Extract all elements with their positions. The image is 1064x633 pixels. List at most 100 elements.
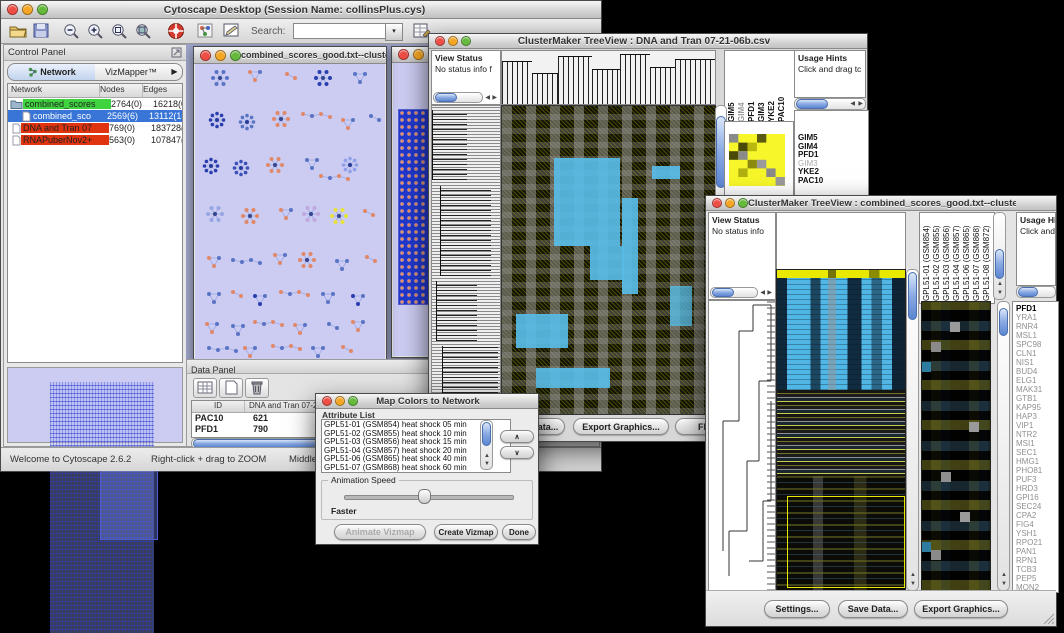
zoom-in-icon[interactable] (87, 23, 104, 39)
attr-row-id[interactable]: PAC10 (192, 413, 247, 424)
vizmapper-icon[interactable] (197, 23, 213, 38)
tv2-column-dendrogram[interactable] (776, 212, 906, 271)
gene-label[interactable]: PHO81 (1016, 466, 1058, 475)
tv2-column-label[interactable]: GPL51-08 (GSM872) (982, 215, 992, 301)
tv1-column-label[interactable]: PAC10 (777, 53, 787, 122)
annotation-icon[interactable] (223, 23, 240, 38)
gene-label[interactable]: YSH1 (1016, 529, 1058, 538)
attribute-list-vscrollbar[interactable]: ▲ ▼ (480, 420, 493, 470)
zoom-fit-icon[interactable] (135, 23, 152, 39)
float-panel-icon[interactable] (171, 47, 182, 58)
gene-label[interactable]: CLN1 (1016, 349, 1058, 358)
scroll-right-arrow[interactable]: ▶ (492, 95, 497, 101)
scroll-down-arrow[interactable]: ▼ (997, 290, 1003, 296)
search-dropdown-button[interactable]: ▾ (385, 23, 403, 41)
minimize-button[interactable] (725, 198, 735, 208)
help-ring-icon[interactable] (167, 22, 185, 40)
scroll-right-arrow[interactable]: ▶ (767, 290, 772, 296)
tv1-column-label[interactable]: GIM3 (757, 53, 767, 122)
move-down-button[interactable]: ∨ (500, 446, 534, 459)
col-header-network[interactable]: Network (8, 84, 100, 97)
speed-slider-thumb[interactable] (418, 489, 431, 504)
network-overview[interactable] (7, 367, 183, 443)
save-session-icon[interactable] (33, 23, 49, 38)
tv2-export-graphics-button[interactable]: Export Graphics... (914, 600, 1008, 618)
attribute-item[interactable]: GPL51-07 (GSM868) heat shock 60 min (324, 464, 496, 473)
gene-label[interactable]: HMG1 (1016, 457, 1058, 466)
close-button[interactable] (322, 396, 332, 406)
tv2-column-label[interactable]: GPL51-02 (GSM855) (932, 215, 942, 301)
gene-label[interactable]: MAK31 (1016, 385, 1058, 394)
tv1-column-label[interactable]: YKE2 (767, 53, 777, 122)
col-header-nodes[interactable]: Nodes (100, 84, 143, 97)
gene-label[interactable]: SPC98 (1016, 340, 1058, 349)
scroll-left-arrow[interactable]: ◀ (850, 101, 855, 107)
gene-label[interactable]: RPN1 (1016, 556, 1058, 565)
tv1-hints-hscrollbar[interactable]: ◀ ▶ (794, 98, 866, 110)
tv2-gene-labels[interactable]: PFD1YRA1RNR4MSL1SPC98CLN1NIS1BUD4ELG1MAK… (1012, 301, 1059, 593)
attr-col-id[interactable]: ID (192, 401, 245, 412)
close-button[interactable] (7, 4, 18, 15)
gene-label[interactable]: RNR4 (1016, 322, 1058, 331)
minimize-button[interactable] (448, 36, 458, 46)
gene-label[interactable]: NTR2 (1016, 430, 1058, 439)
gene-label[interactable]: NIS1 (1016, 358, 1058, 367)
close-button[interactable] (398, 49, 409, 60)
gene-label[interactable]: FIG4 (1016, 520, 1058, 529)
tv1-export-graphics-button[interactable]: Export Graphics... (573, 418, 669, 435)
network-row-combined-sco-selected[interactable]: combined_sco 2569(6) 13112(15) (8, 110, 182, 122)
gene-label[interactable]: GTB1 (1016, 394, 1058, 403)
tv1-zoom-heatmap[interactable] (729, 134, 785, 186)
tv1-row-label[interactable]: PAC10 (798, 177, 868, 186)
attribute-item[interactable]: GPL51-02 (GSM855) heat shock 10 min (324, 430, 496, 439)
animate-vizmap-button[interactable]: Animate Vizmap (334, 524, 426, 540)
gene-label[interactable]: RPO21 (1016, 538, 1058, 547)
tv2-labels-vscrollbar[interactable]: ▲ ▼ (993, 212, 1006, 300)
attr-row-id[interactable]: PFD1 (192, 424, 247, 435)
scroll-down-arrow[interactable]: ▼ (484, 461, 490, 467)
tv2-zoom-vscrollbar[interactable]: ▲ ▼ (997, 301, 1010, 591)
scroll-left-arrow[interactable]: ◀ (760, 290, 765, 296)
heatmap-selection-box[interactable] (787, 496, 905, 588)
close-button[interactable] (200, 50, 211, 61)
tv2-column-label[interactable]: GPL51-04 (GSM857) (952, 215, 962, 301)
close-button[interactable] (712, 198, 722, 208)
close-button[interactable] (435, 36, 445, 46)
create-vizmap-button[interactable]: Create Vizmap (434, 524, 498, 540)
gene-label[interactable]: PUF3 (1016, 475, 1058, 484)
open-session-icon[interactable] (9, 23, 27, 38)
gene-label[interactable]: PFD1 (1016, 304, 1058, 313)
attribute-item[interactable]: GPL51-06 (GSM865) heat shock 40 min (324, 455, 496, 464)
tv1-column-label[interactable]: GIM4 (737, 53, 747, 122)
gene-label[interactable]: PEP5 (1016, 574, 1058, 583)
zoom-button[interactable] (230, 50, 241, 61)
scroll-down-arrow[interactable]: ▼ (1001, 581, 1007, 587)
tv2-hints-hscrollbar[interactable] (1016, 286, 1056, 298)
gene-label[interactable]: TCB3 (1016, 565, 1058, 574)
new-attribute-button[interactable] (219, 378, 243, 398)
scroll-left-arrow[interactable]: ◀ (485, 95, 490, 101)
move-up-button[interactable]: ∧ (500, 430, 534, 443)
tv1-column-labels[interactable]: GIM5GIM4PFD1GIM3YKE2PAC10 (724, 50, 798, 125)
gene-label[interactable]: VIP1 (1016, 421, 1058, 430)
gene-label[interactable]: PAN1 (1016, 547, 1058, 556)
zoom-selected-icon[interactable] (111, 23, 128, 39)
tv2-heatmap[interactable] (776, 269, 906, 591)
zoom-button[interactable] (37, 4, 48, 15)
zoom-button[interactable] (738, 198, 748, 208)
network-row-dna-tran[interactable]: DNA and Tran 07 769(0) 183728(0) (8, 122, 182, 134)
gene-label[interactable]: YRA1 (1016, 313, 1058, 322)
tv1-status-hscrollbar[interactable] (433, 92, 483, 103)
main-titlebar[interactable]: Cytoscape Desktop (Session Name: collins… (1, 1, 601, 19)
gene-label[interactable]: BUD4 (1016, 367, 1058, 376)
minimize-button[interactable] (335, 396, 345, 406)
scroll-up-arrow[interactable]: ▲ (997, 281, 1003, 287)
tv1-column-dendrogram[interactable] (501, 50, 716, 105)
done-button[interactable]: Done (502, 524, 536, 540)
minimize-button[interactable] (413, 49, 424, 60)
tv1-row-dendrogram[interactable] (431, 105, 501, 415)
gene-label[interactable]: MSL1 (1016, 331, 1058, 340)
tv2-settings-button[interactable]: Settings... (764, 600, 830, 618)
zoom-out-icon[interactable] (63, 23, 80, 39)
tv1-column-label[interactable]: GIM5 (727, 53, 737, 122)
